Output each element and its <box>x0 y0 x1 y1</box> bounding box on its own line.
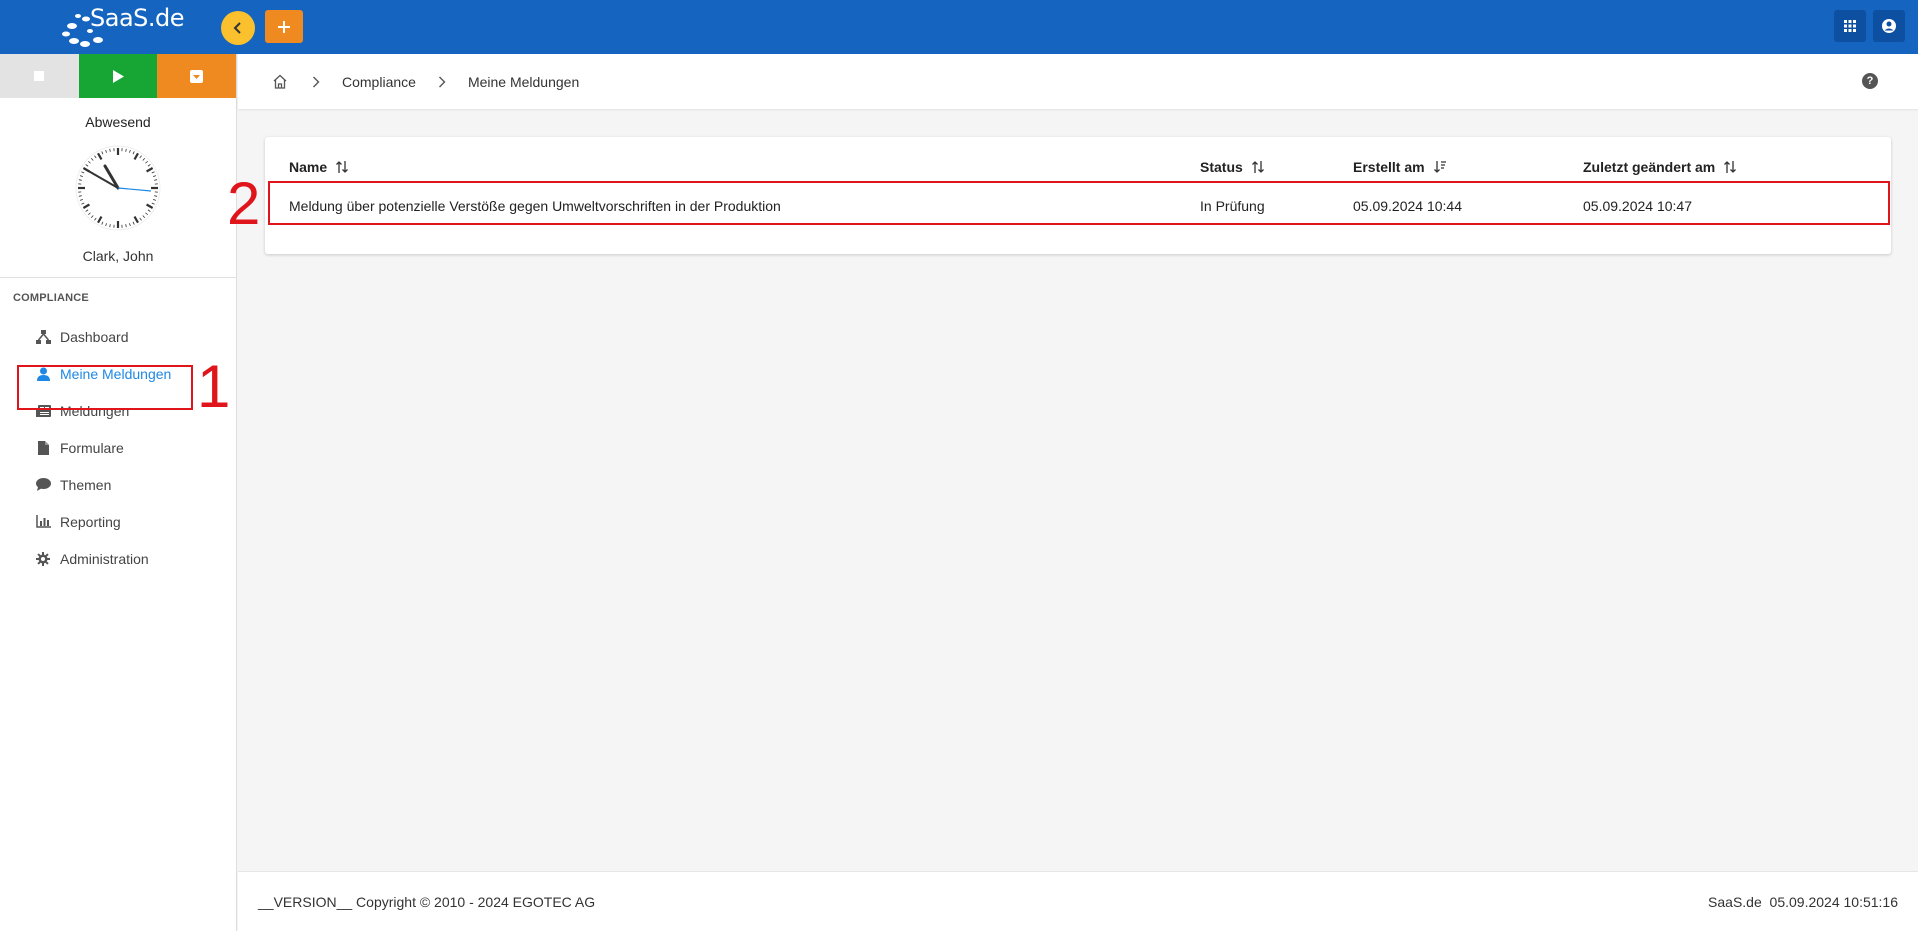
sort-descending-icon <box>1433 160 1447 174</box>
sidebar-divider <box>0 277 236 278</box>
section-title: COMPLIANCE <box>13 292 89 304</box>
play-icon <box>113 69 124 83</box>
column-header-modified[interactable]: Zuletzt geändert am <box>1583 159 1737 175</box>
plus-icon <box>278 20 290 33</box>
stop-button[interactable] <box>0 54 79 98</box>
presence-status: Abwesend <box>85 114 151 130</box>
sidebar-item-label: Formulare <box>60 439 124 456</box>
add-button[interactable] <box>265 10 303 43</box>
sort-icon <box>1251 160 1265 174</box>
apps-grid-button[interactable] <box>1834 10 1866 42</box>
user-name: Clark, John <box>82 248 154 264</box>
file-icon <box>35 440 51 456</box>
sidebar-item-label: Administration <box>60 550 149 567</box>
collapse-sidebar-button[interactable] <box>221 11 255 45</box>
time-tracking-controls <box>0 54 237 98</box>
annotation-label-2: 2 <box>227 170 261 237</box>
column-header-label: Erstellt am <box>1353 159 1425 175</box>
sidebar-item-reporting[interactable]: Reporting <box>0 503 236 540</box>
top-bar: SaaS.de <box>0 0 1918 54</box>
sidebar-item-label: Themen <box>60 476 112 493</box>
chevron-left-icon <box>233 22 241 34</box>
annotation-label-1: 1 <box>197 353 231 420</box>
sidebar-item-themen[interactable]: Themen <box>0 466 236 503</box>
grid-icon <box>1844 20 1856 32</box>
column-header-label: Zuletzt geändert am <box>1583 159 1716 175</box>
sidebar: Abwesend Clark, John COMPLIANCE Dashboar… <box>0 54 237 931</box>
sidebar-item-label: Dashboard <box>60 328 129 345</box>
user-account-button[interactable] <box>1873 10 1905 42</box>
footer-copyright: __VERSION__ Copyright © 2010 - 2024 EGOT… <box>258 894 596 910</box>
sitemap-icon <box>35 329 51 345</box>
dropdown-button[interactable] <box>157 54 237 98</box>
analog-clock-icon <box>75 145 161 231</box>
breadcrumb-item-compliance[interactable]: Compliance <box>342 74 416 90</box>
caret-square-down-icon <box>190 69 204 83</box>
sort-icon <box>335 160 349 174</box>
logo-text: SaaS.de <box>90 4 185 32</box>
chevron-right-icon <box>438 76 446 88</box>
gear-icon <box>35 551 51 567</box>
breadcrumb-item-meine-meldungen[interactable]: Meine Meldungen <box>468 74 579 90</box>
footer-timestamp: SaaS.de 05.09.2024 10:51:16 <box>1708 894 1898 910</box>
account-circle-icon <box>1882 19 1896 33</box>
help-icon[interactable]: ? <box>1862 73 1878 89</box>
footer: __VERSION__ Copyright © 2010 - 2024 EGOT… <box>238 871 1918 931</box>
sidebar-item-administration[interactable]: Administration <box>0 540 236 577</box>
play-button[interactable] <box>78 54 158 98</box>
sort-icon <box>1723 160 1737 174</box>
column-header-label: Name <box>289 159 328 175</box>
breadcrumb: Compliance Meine Meldungen ? <box>238 54 1918 109</box>
comment-icon <box>35 477 51 493</box>
sidebar-item-formulare[interactable]: Formulare <box>0 429 236 466</box>
column-header-status[interactable]: Status <box>1200 159 1265 175</box>
sidebar-item-label: Reporting <box>60 513 121 530</box>
column-header-label: Status <box>1200 159 1243 175</box>
bar-chart-icon <box>35 514 51 530</box>
sidebar-item-dashboard[interactable]: Dashboard <box>0 318 236 355</box>
chevron-right-icon <box>312 76 320 88</box>
annotation-box-2 <box>268 181 1890 225</box>
annotation-box-1 <box>17 365 193 410</box>
column-header-created[interactable]: Erstellt am <box>1353 159 1447 175</box>
stop-icon <box>34 71 45 81</box>
column-header-name[interactable]: Name <box>289 159 349 175</box>
home-icon[interactable] <box>272 73 290 91</box>
